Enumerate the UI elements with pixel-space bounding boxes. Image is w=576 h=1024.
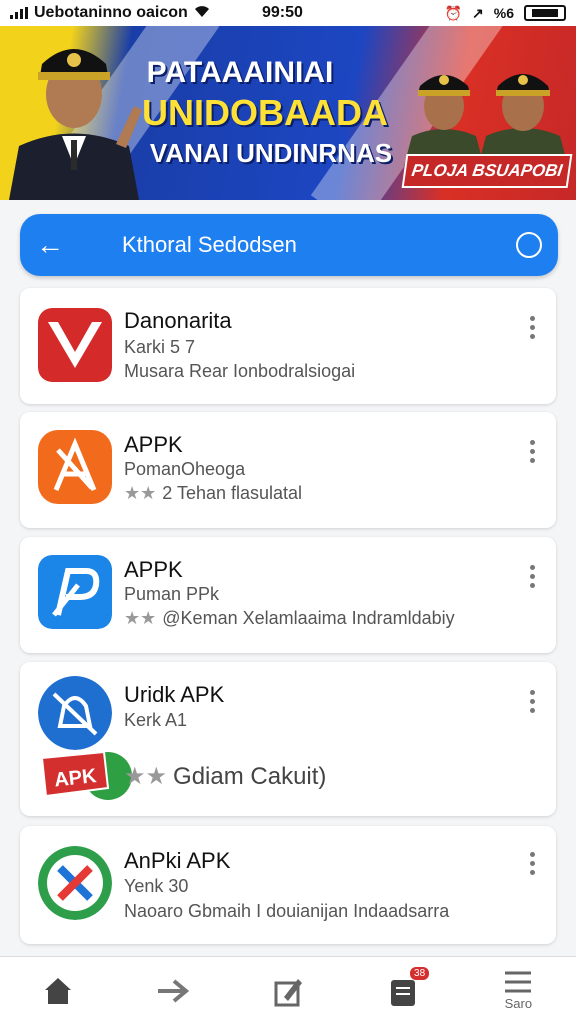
app-description: ★★ Gdiam Cakuit) xyxy=(124,763,327,790)
home-icon xyxy=(44,977,71,1004)
officer-portrait-left xyxy=(9,49,142,200)
network-icon: ↗ xyxy=(472,4,484,21)
notification-badge: 38 xyxy=(410,966,430,980)
app-subtitle: Karki 5 7 xyxy=(124,337,196,357)
officer-portrait-right-1 xyxy=(404,75,484,166)
nav-forward[interactable] xyxy=(145,963,201,1019)
rating-stars-icon: ★★ xyxy=(124,608,157,628)
app-icon-p-logo xyxy=(38,555,112,629)
app-title: AnPki APK xyxy=(124,848,231,873)
edit-icon xyxy=(274,978,302,1006)
nav-edit[interactable] xyxy=(260,963,316,1019)
more-options-icon[interactable] xyxy=(530,316,536,343)
nav-more-label: Saro xyxy=(504,996,533,1011)
rating-stars-icon: ★★ xyxy=(124,483,157,503)
app-subtitle: Yenk 30 xyxy=(124,876,189,896)
promo-banner[interactable]: PATAAAINIAI UNIDOBAADA VANAI UNDINRNAS P… xyxy=(0,26,576,200)
more-options-icon[interactable] xyxy=(530,690,536,717)
app-description: ★★ 2 Tehan flasulatal xyxy=(124,483,303,503)
wifi-icon xyxy=(194,5,210,21)
back-arrow-icon[interactable]: ← xyxy=(36,229,76,261)
app-title: Uridk APK xyxy=(124,682,225,707)
nav-home[interactable] xyxy=(30,963,86,1019)
signal-icon xyxy=(10,7,28,19)
banner-tag: PLOJA BSUAPOBI xyxy=(401,154,573,188)
banner-headline-3: VANAI UNDINRNAS xyxy=(149,138,393,168)
app-icon-bell-logo xyxy=(38,676,112,750)
app-icon-v-logo xyxy=(38,308,112,382)
alarm-icon: ⏰ xyxy=(444,4,463,21)
app-description: ★★ @Keman Xelamlaaima Indramldabiy xyxy=(124,608,455,628)
search-bar[interactable]: ← Kthoral Sedodsen xyxy=(20,214,558,276)
app-description: Naoaro Gbmaih I douianijan Indaadsarra xyxy=(124,901,450,921)
app-icon-a-logo xyxy=(38,430,112,504)
app-subtitle: Kerk A1 xyxy=(124,710,188,730)
more-options-icon[interactable] xyxy=(530,565,536,592)
menu-icon xyxy=(505,971,532,993)
app-card[interactable]: APK Uridk APK Kerk A1 ★★ Gdiam Cakuit) xyxy=(20,662,556,816)
battery-icon xyxy=(524,5,566,21)
nav-more[interactable]: Saro xyxy=(490,963,546,1019)
app-title: APPK xyxy=(124,557,183,582)
battery-percent: %6 xyxy=(493,5,514,21)
app-card[interactable]: AnPki APK Yenk 30 Naoaro Gbmaih I douian… xyxy=(20,826,556,944)
carrier-name: Uebotaninno oaicon xyxy=(34,4,188,21)
officer-portrait-right-2 xyxy=(478,74,568,166)
app-title: APPK xyxy=(124,432,183,457)
nav-notifications[interactable]: 38 xyxy=(375,963,431,1019)
app-subtitle: Puman PPk xyxy=(124,584,220,604)
banner-headline-2: UNIDOBAADA xyxy=(142,92,388,133)
app-card[interactable]: Danonarita Karki 5 7 Musara Rear Ionbodr… xyxy=(20,288,556,404)
status-bar: Uebotaninno oaicon 99:50 ⏰ ↗ %6 xyxy=(0,0,576,26)
search-icon[interactable] xyxy=(516,232,542,258)
app-card[interactable]: APPK Puman PPk ★★ @Keman Xelamlaaima Indr… xyxy=(20,537,556,653)
clock: 99:50 xyxy=(262,4,303,21)
bottom-navigation: 38 Saro xyxy=(0,956,576,1024)
search-input[interactable]: Kthoral Sedodsen xyxy=(122,232,297,258)
app-icon-x-logo xyxy=(38,846,112,920)
more-options-icon[interactable] xyxy=(530,440,536,467)
apk-sticker-label: APK xyxy=(53,765,98,791)
app-description: Musara Rear Ionbodralsiogai xyxy=(124,361,356,381)
rating-stars-icon: ★★ xyxy=(124,763,168,790)
app-subtitle: PomanOheoga xyxy=(124,459,246,479)
app-title: Danonarita xyxy=(124,308,232,333)
apk-sticker-icon: APK xyxy=(40,750,132,800)
more-options-icon[interactable] xyxy=(530,852,536,879)
app-card[interactable]: APPK PomanOheoga ★★ 2 Tehan flasulatal xyxy=(20,412,556,528)
arrow-right-icon xyxy=(157,978,189,1003)
banner-headline-1: PATAAAINIAI xyxy=(146,56,334,89)
